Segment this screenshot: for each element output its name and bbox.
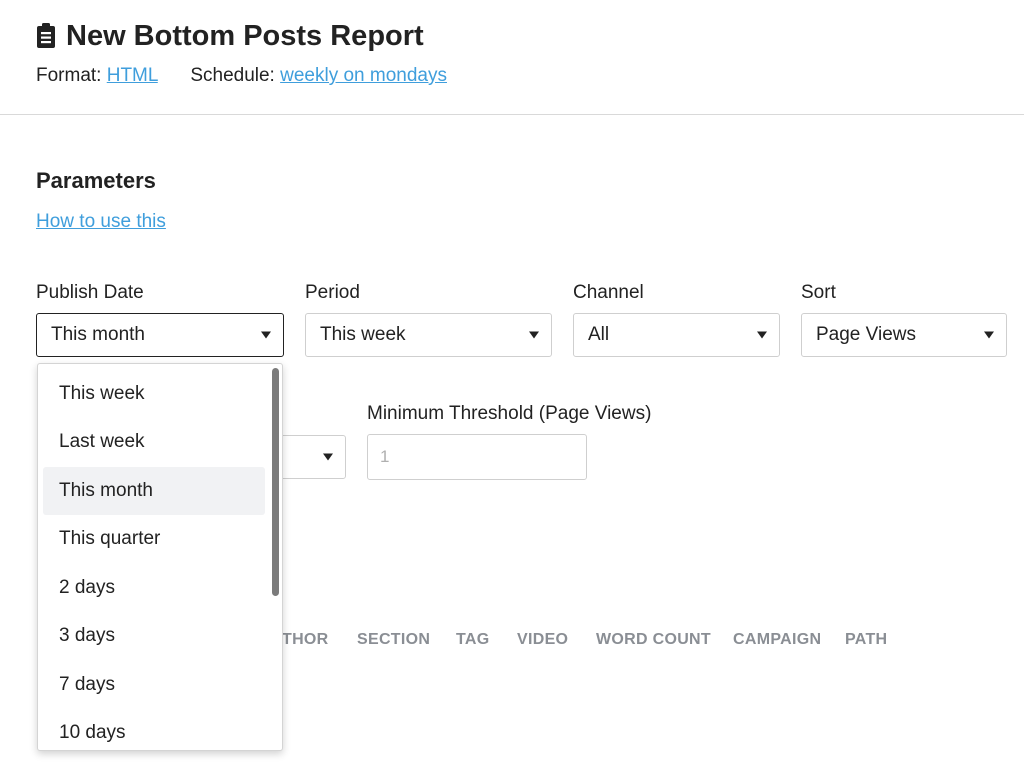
- dropdown-option[interactable]: 3 days: [43, 612, 265, 660]
- caret-down-icon: [757, 331, 767, 339]
- sort-value: Page Views: [816, 324, 916, 345]
- tab-section[interactable]: SECTION: [357, 631, 430, 649]
- title-row: New Bottom Posts Report: [36, 16, 1024, 56]
- tab-campaign[interactable]: CAMPAIGN: [733, 631, 821, 649]
- dropdown-option[interactable]: 7 days: [43, 661, 265, 709]
- dropdown-option[interactable]: This quarter: [43, 515, 265, 563]
- sort-label: Sort: [801, 282, 836, 303]
- clipboard-icon: [37, 23, 55, 48]
- caret-down-icon: [323, 453, 333, 461]
- publish-date-value: This month: [51, 324, 145, 345]
- format-label: Format:: [36, 65, 102, 86]
- schedule-label: Schedule:: [190, 65, 275, 86]
- tab-tag[interactable]: TAG: [456, 631, 490, 649]
- period-label: Period: [305, 282, 360, 303]
- publish-date-label: Publish Date: [36, 282, 144, 303]
- dropdown-option[interactable]: 2 days: [43, 564, 265, 612]
- min-threshold-label: Minimum Threshold (Page Views): [367, 403, 652, 424]
- page-title: New Bottom Posts Report: [66, 19, 424, 52]
- min-threshold-placeholder: 1: [380, 447, 390, 466]
- dropdown-option[interactable]: 10 days: [43, 709, 265, 750]
- how-to-use-link[interactable]: How to use this: [36, 211, 166, 233]
- caret-down-icon: [529, 331, 539, 339]
- channel-value: All: [588, 324, 610, 345]
- tab-video[interactable]: VIDEO: [517, 631, 568, 649]
- caret-down-icon: [261, 331, 271, 339]
- report-meta: Format: HTML Schedule: weekly on mondays: [36, 65, 1024, 87]
- dropdown-scrollbar[interactable]: [272, 368, 279, 596]
- dropdown-option-highlighted[interactable]: This month: [43, 467, 265, 515]
- min-threshold-input[interactable]: 1: [367, 434, 587, 480]
- dropdown-option[interactable]: Last week: [43, 418, 265, 466]
- format-link[interactable]: HTML: [107, 65, 158, 86]
- sort-select[interactable]: Page Views: [801, 313, 1007, 357]
- schedule-link[interactable]: weekly on mondays: [280, 65, 447, 86]
- dropdown-option[interactable]: This week: [43, 370, 265, 418]
- column-tabs: THOR SECTION TAG VIDEO WORD COUNT CAMPAI…: [282, 631, 902, 653]
- report-header: New Bottom Posts Report Format: HTML Sch…: [36, 16, 1024, 87]
- parameters-heading: Parameters: [36, 168, 156, 193]
- publish-date-select[interactable]: This month: [36, 313, 284, 357]
- report-page: New Bottom Posts Report Format: HTML Sch…: [0, 0, 1024, 768]
- header-divider: [0, 114, 1024, 115]
- period-value: This week: [320, 324, 406, 345]
- period-select[interactable]: This week: [305, 313, 552, 357]
- channel-label: Channel: [573, 282, 644, 303]
- publish-date-dropdown: This week Last week This month This quar…: [37, 363, 283, 751]
- tab-word-count[interactable]: WORD COUNT: [596, 631, 711, 649]
- tab-author[interactable]: THOR: [282, 631, 329, 649]
- tab-path[interactable]: PATH: [845, 631, 887, 649]
- caret-down-icon: [984, 331, 994, 339]
- channel-select[interactable]: All: [573, 313, 780, 357]
